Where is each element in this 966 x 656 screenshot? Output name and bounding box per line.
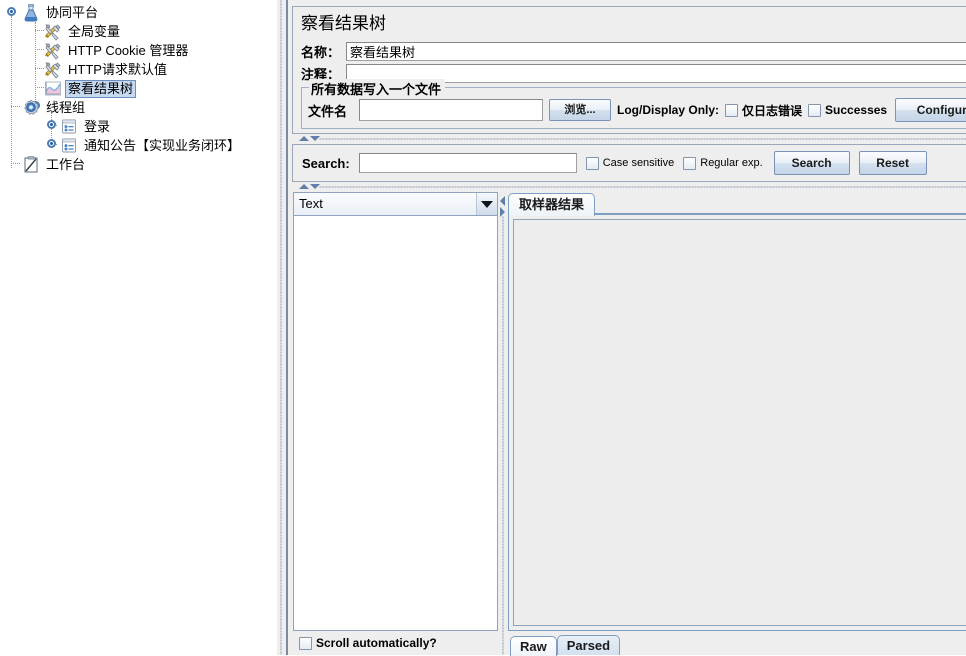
browse-button[interactable]: 浏览... xyxy=(549,99,612,121)
horizontal-splitter-bottom[interactable] xyxy=(293,182,966,192)
checkbox-box xyxy=(585,156,599,170)
tree-item-label: 协同平台 xyxy=(46,4,99,20)
name-row: 名称： xyxy=(293,40,966,62)
tree-item-label: 线程组 xyxy=(46,99,86,115)
http-sampler-icon xyxy=(60,137,78,155)
renderer-selected-value: Text xyxy=(299,196,323,211)
log-display-only-label: Log/Display Only: xyxy=(617,103,720,117)
splitter-collapse-up-icon[interactable] xyxy=(299,136,309,141)
scroll-automatically-label: Scroll automatically? xyxy=(316,636,437,650)
config-element-icon xyxy=(44,42,62,60)
tree-item-label: HTTP Cookie 管理器 xyxy=(68,42,189,58)
results-area: Text Scroll automatically? 取样器结果 Raw Par… xyxy=(292,192,966,656)
scroll-automatically-row: Scroll automatically? xyxy=(293,631,498,655)
errors-only-checkbox[interactable]: 仅日志错误 xyxy=(725,102,802,119)
config-element-icon xyxy=(44,61,62,79)
tree-line xyxy=(11,106,20,108)
horizontal-splitter-top[interactable] xyxy=(293,134,966,144)
tree-item-label: 登录 xyxy=(84,118,111,134)
tree-item-http-request-defaults[interactable]: HTTP请求默认值 xyxy=(44,60,170,79)
checkbox-box xyxy=(725,103,739,117)
tree-expander-notice[interactable] xyxy=(47,139,56,148)
results-vertical-splitter[interactable] xyxy=(498,192,508,655)
test-plan-icon xyxy=(22,3,40,22)
case-sensitive-checkbox[interactable]: Case sensitive xyxy=(585,156,675,170)
sampler-result-pane xyxy=(508,215,966,631)
checkbox-box xyxy=(808,103,822,117)
tree-item-global-variables[interactable]: 全局变量 xyxy=(44,22,123,41)
results-tree-list[interactable] xyxy=(293,216,498,631)
tree-item-login-sampler[interactable]: 登录 xyxy=(60,117,113,136)
name-input[interactable] xyxy=(346,41,966,61)
chevron-down-icon[interactable] xyxy=(476,193,497,215)
regular-exp-label: Regular exp. xyxy=(700,157,763,169)
tree-line xyxy=(35,87,44,89)
tab-parsed[interactable]: Parsed xyxy=(556,635,621,655)
tab-raw[interactable]: Raw xyxy=(510,636,557,656)
successes-checkbox[interactable]: Successes xyxy=(808,103,887,117)
results-left-column: Text Scroll automatically? xyxy=(293,192,498,655)
checkbox-box xyxy=(683,156,697,170)
workbench-icon xyxy=(22,155,40,174)
tree-item-view-results-tree[interactable]: 察看结果树 xyxy=(44,79,137,98)
splitter-collapse-up-icon[interactable] xyxy=(299,184,309,189)
tree-line xyxy=(35,30,44,32)
tree-item-workbench[interactable]: 工作台 xyxy=(22,155,88,174)
tree-item-label: 通知公告【实现业务闭环】 xyxy=(84,137,241,153)
tree-item-label: 工作台 xyxy=(46,156,86,172)
test-plan-tree[interactable]: 协同平台 全局变量 HTTP Cookie 管理器 HTTP请求默认值 察看结果… xyxy=(0,0,277,655)
splitter-grip xyxy=(319,138,966,140)
tree-line xyxy=(11,16,13,168)
sampler-result-content[interactable] xyxy=(513,219,966,626)
search-label: Search: xyxy=(302,155,350,171)
write-all-data-group-title: 所有数据写入一个文件 xyxy=(309,79,446,98)
tree-item-http-cookie-manager[interactable]: HTTP Cookie 管理器 xyxy=(44,41,191,60)
tree-expander-test-plan[interactable] xyxy=(7,7,16,16)
tree-line xyxy=(35,49,44,51)
regular-exp-checkbox[interactable]: Regular exp. xyxy=(683,156,763,170)
filename-row: 文件名 浏览... Log/Display Only: 仅日志错误 Succes… xyxy=(308,98,966,122)
errors-only-label: 仅日志错误 xyxy=(742,103,803,118)
name-label: 名称： xyxy=(301,44,341,60)
tree-item-thread-group[interactable]: 线程组 xyxy=(22,98,88,117)
successes-label: Successes xyxy=(825,103,888,117)
search-input[interactable] xyxy=(358,153,577,173)
raw-parsed-tabstrip: Raw Parsed xyxy=(508,633,966,656)
splitter-grip xyxy=(502,216,504,655)
write-all-data-group: 所有数据写入一个文件 文件名 浏览... Log/Display Only: 仅… xyxy=(301,79,966,129)
case-sensitive-label: Case sensitive xyxy=(602,157,675,169)
config-card: 察看结果树 名称： 注释： 所有数据写入一个文件 文件名 浏览... Log/D… xyxy=(292,6,966,134)
thread-group-icon xyxy=(22,99,40,117)
main-vertical-splitter[interactable] xyxy=(277,0,286,655)
tree-expander-login[interactable] xyxy=(47,120,56,129)
tree-item-notice-sampler[interactable]: 通知公告【实现业务闭环】 xyxy=(60,136,243,155)
page-title: 察看结果树 xyxy=(301,14,386,33)
reset-button[interactable]: Reset xyxy=(858,151,927,175)
tab-sampler-result[interactable]: 取样器结果 xyxy=(508,193,596,216)
tree-line xyxy=(11,163,20,165)
config-element-icon xyxy=(44,23,62,41)
view-results-tree-panel: 察看结果树 名称： 注释： 所有数据写入一个文件 文件名 浏览... Log/D… xyxy=(286,0,966,656)
tree-item-test-plan[interactable]: 协同平台 xyxy=(22,3,101,22)
checkbox-box xyxy=(299,636,312,650)
tree-item-label: 全局变量 xyxy=(68,23,121,39)
tree-line xyxy=(35,22,37,102)
filename-input[interactable] xyxy=(359,99,544,121)
jmeter-window: 协同平台 全局变量 HTTP Cookie 管理器 HTTP请求默认值 察看结果… xyxy=(0,0,966,656)
http-sampler-icon xyxy=(60,118,78,136)
filename-label: 文件名 xyxy=(308,103,348,119)
view-results-tree-icon xyxy=(44,80,62,98)
scroll-automatically-checkbox[interactable]: Scroll automatically? xyxy=(299,636,437,650)
search-bar: Search: Case sensitive Regular exp. Sear… xyxy=(292,144,966,182)
search-button[interactable]: Search xyxy=(773,151,850,175)
tree-item-label: 察看结果树 xyxy=(65,79,137,98)
tree-item-label: HTTP请求默认值 xyxy=(68,61,167,77)
configure-button[interactable]: Configure xyxy=(895,98,966,122)
renderer-select[interactable]: Text xyxy=(293,192,498,216)
results-right-column: 取样器结果 Raw Parsed xyxy=(508,192,966,656)
splitter-collapse-left-icon[interactable] xyxy=(500,196,505,206)
tree-line xyxy=(35,68,44,70)
result-tabstrip: 取样器结果 xyxy=(508,192,966,216)
splitter-grip xyxy=(319,186,966,188)
